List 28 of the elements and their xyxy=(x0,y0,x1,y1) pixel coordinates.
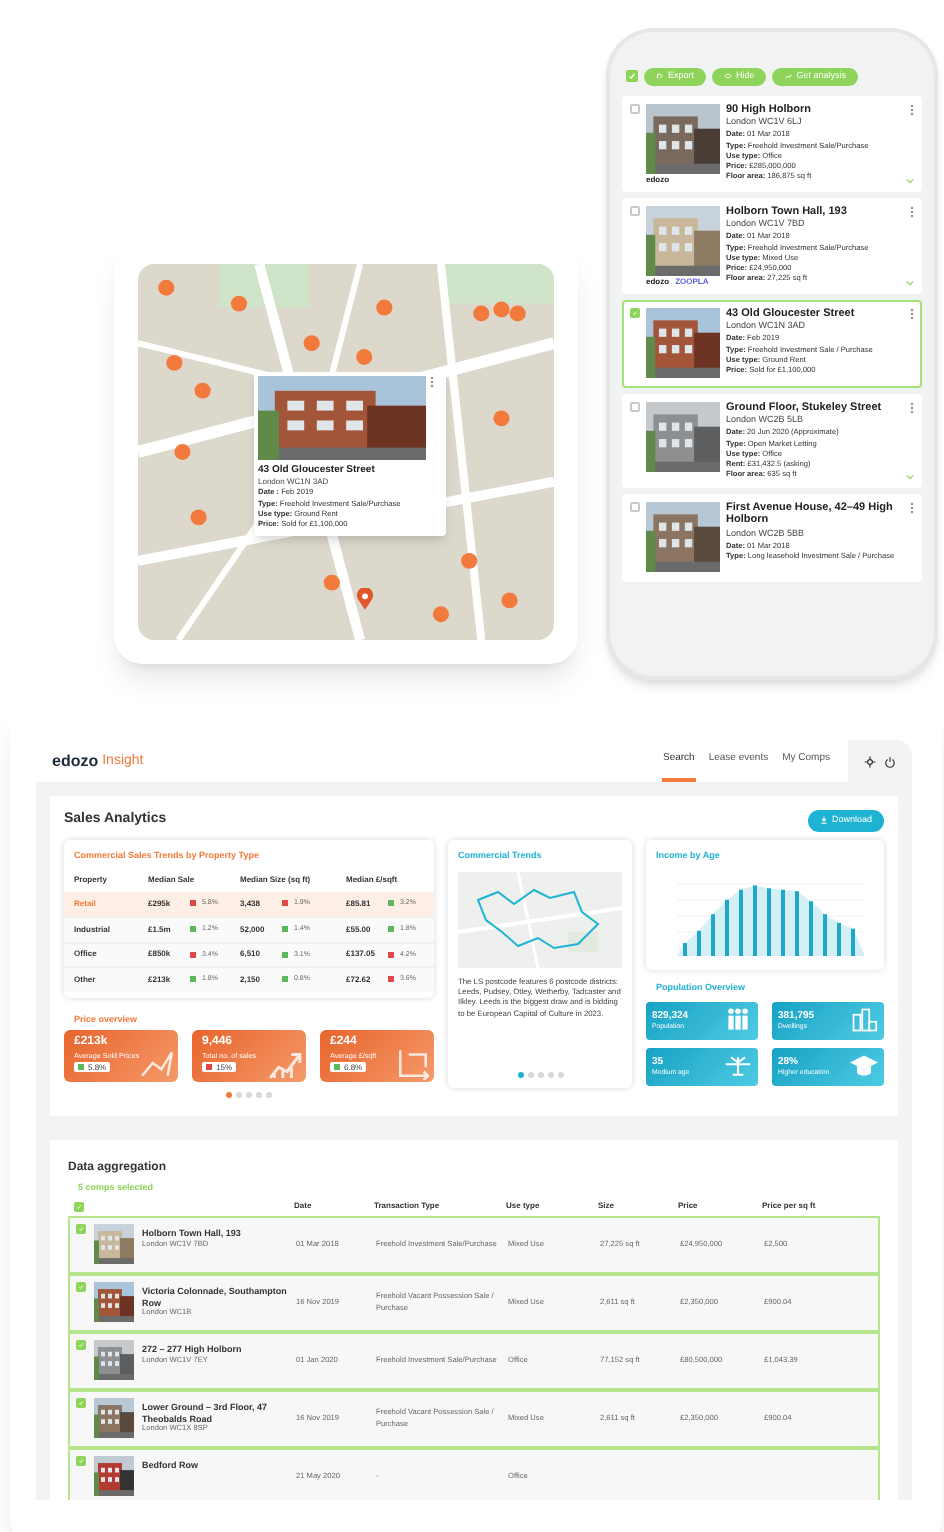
chevron-icon[interactable] xyxy=(906,279,914,285)
power-icon[interactable] xyxy=(884,755,896,767)
checkbox[interactable] xyxy=(76,1456,86,1466)
scale-icon xyxy=(724,1052,752,1080)
buildings-icon xyxy=(850,1006,878,1034)
line-chart-icon xyxy=(140,1046,174,1081)
logo: edozo xyxy=(52,749,99,773)
people-icon xyxy=(724,1006,752,1034)
checkbox[interactable] xyxy=(630,103,640,113)
chevron-icon[interactable] xyxy=(906,474,914,481)
hide-icon xyxy=(724,72,733,81)
checkbox[interactable] xyxy=(630,401,640,411)
export-icon xyxy=(656,72,664,81)
checkbox[interactable] xyxy=(76,1282,86,1292)
checkbox[interactable] xyxy=(76,1398,86,1408)
checkbox[interactable] xyxy=(630,502,640,513)
axes-icon xyxy=(396,1046,430,1081)
chevron-icon[interactable] xyxy=(906,177,914,183)
checkbox[interactable] xyxy=(630,205,640,215)
education-icon xyxy=(850,1052,878,1080)
checkbox[interactable] xyxy=(76,1340,86,1350)
checkbox[interactable] xyxy=(76,1224,86,1234)
analysis-icon xyxy=(784,72,793,81)
settings-icon[interactable] xyxy=(864,755,876,767)
checkbox[interactable] xyxy=(626,70,638,83)
checkbox[interactable] xyxy=(74,1201,84,1211)
download-icon xyxy=(819,816,828,825)
checkbox[interactable] xyxy=(630,307,640,317)
